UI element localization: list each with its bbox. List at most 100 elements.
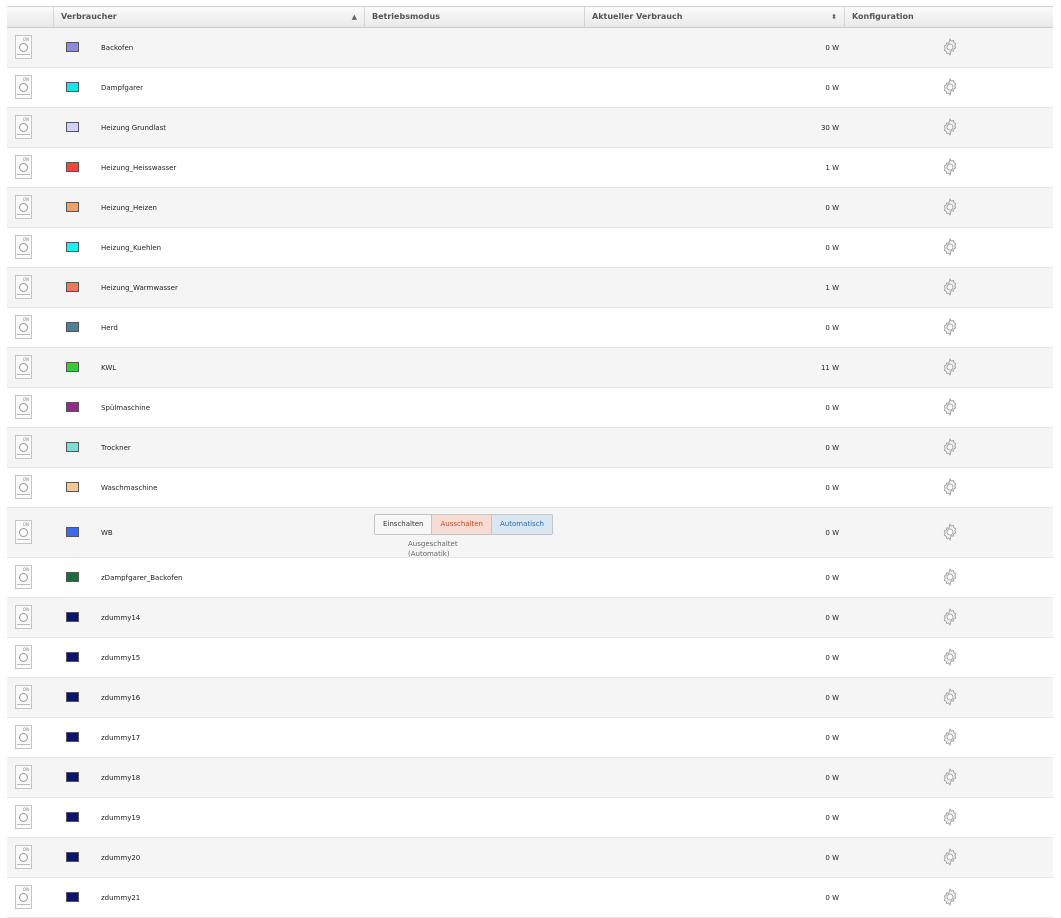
mode-button-group: Einschalten Ausschalten Automatisch — [374, 514, 553, 535]
power-switch-icon[interactable]: ON — [15, 845, 32, 869]
consumer-name: Spülmaschine — [101, 404, 150, 412]
automatisch-button[interactable]: Automatisch — [492, 515, 552, 534]
header-verbrauch[interactable]: Aktueller Verbrauch ⬍ — [585, 7, 845, 27]
power-switch-icon[interactable]: ON — [15, 275, 32, 299]
color-swatch — [66, 442, 79, 452]
current-power: 0 W — [825, 854, 839, 862]
power-switch-icon[interactable]: ON — [15, 805, 32, 829]
power-switch-icon[interactable]: ON — [15, 315, 32, 339]
consumer-name: zdummy16 — [101, 694, 141, 702]
consumer-name: Heizung_Kuehlen — [101, 244, 162, 252]
gear-icon[interactable] — [940, 317, 960, 337]
gear-icon[interactable] — [940, 37, 960, 57]
gear-icon[interactable] — [940, 477, 960, 497]
consumer-name: Herd — [101, 324, 118, 332]
power-switch-icon[interactable]: ON — [15, 645, 32, 669]
gear-icon[interactable] — [940, 567, 960, 587]
consumer-name: zdummy20 — [101, 854, 141, 862]
switch-knob — [19, 403, 28, 412]
header-betriebsmodus[interactable]: Betriebsmodus — [365, 7, 585, 27]
current-power: 30 W — [820, 124, 839, 132]
gear-icon[interactable] — [940, 77, 960, 97]
switch-base — [17, 744, 30, 747]
power-switch-icon[interactable]: ON — [15, 115, 32, 139]
power-switch-icon[interactable]: ON — [15, 885, 32, 909]
power-switch-icon[interactable]: ON — [15, 725, 32, 749]
switch-base — [17, 494, 30, 497]
gear-icon[interactable] — [940, 277, 960, 297]
switch-base — [17, 294, 30, 297]
switch-base — [17, 664, 30, 667]
consumer-name: Heizung_Heisswasser — [101, 164, 177, 172]
gear-icon[interactable] — [940, 437, 960, 457]
gear-icon[interactable] — [940, 727, 960, 747]
consumer-name: Heizung_Warmwasser — [101, 284, 178, 292]
gear-icon[interactable] — [940, 607, 960, 627]
table-row: ON Heizung_Heisswasser 1 W — [7, 148, 1053, 188]
consumer-name: Heizung_Heizen — [101, 204, 157, 212]
color-swatch — [66, 362, 79, 372]
switch-knob — [19, 893, 28, 902]
current-power: 0 W — [825, 814, 839, 822]
power-switch-icon[interactable]: ON — [15, 75, 32, 99]
power-switch-icon[interactable]: ON — [15, 35, 32, 59]
gear-icon[interactable] — [940, 522, 960, 542]
switch-on-label: ON — [22, 317, 29, 322]
mode-status-line1: Ausgeschaltet — [408, 540, 458, 548]
power-switch-icon[interactable]: ON — [15, 235, 32, 259]
power-switch-icon[interactable]: ON — [15, 355, 32, 379]
gear-icon[interactable] — [940, 157, 960, 177]
switch-base — [17, 904, 30, 907]
power-switch-icon[interactable]: ON — [15, 765, 32, 789]
gear-icon[interactable] — [940, 397, 960, 417]
switch-knob — [19, 43, 28, 52]
gear-icon[interactable] — [940, 197, 960, 217]
gear-icon[interactable] — [940, 767, 960, 787]
gear-icon[interactable] — [940, 847, 960, 867]
power-switch-icon[interactable]: ON — [15, 435, 32, 459]
switch-knob — [19, 203, 28, 212]
gear-icon[interactable] — [940, 807, 960, 827]
table-row: ON zdummy21 0 W — [7, 878, 1053, 918]
einschalten-button[interactable]: Einschalten — [375, 515, 433, 534]
color-swatch — [66, 572, 79, 582]
table-row: ON zdummy19 0 W — [7, 798, 1053, 838]
table-row: ON Spülmaschine 0 W — [7, 388, 1053, 428]
switch-knob — [19, 323, 28, 332]
power-switch-icon[interactable]: ON — [15, 685, 32, 709]
color-swatch — [66, 42, 79, 52]
switch-base — [17, 134, 30, 137]
switch-knob — [19, 573, 28, 582]
switch-on-label: ON — [22, 477, 29, 482]
power-switch-icon[interactable]: ON — [15, 195, 32, 219]
switch-on-label: ON — [22, 727, 29, 732]
color-swatch — [66, 242, 79, 252]
power-switch-icon[interactable]: ON — [15, 605, 32, 629]
power-switch-icon[interactable]: ON — [15, 565, 32, 589]
header-verbrauch-label: Aktueller Verbrauch — [592, 12, 683, 21]
color-swatch — [66, 852, 79, 862]
gear-icon[interactable] — [940, 357, 960, 377]
current-power: 0 W — [825, 404, 839, 412]
header-verbraucher[interactable]: Verbraucher ▲ — [54, 7, 365, 27]
switch-base — [17, 414, 30, 417]
power-switch-icon[interactable]: ON — [15, 155, 32, 179]
ausschalten-button[interactable]: Ausschalten — [432, 515, 492, 534]
gear-icon[interactable] — [940, 687, 960, 707]
current-power: 0 W — [825, 614, 839, 622]
gear-icon[interactable] — [940, 237, 960, 257]
table-row: ON Heizung_Kuehlen 0 W — [7, 228, 1053, 268]
gear-icon[interactable] — [940, 887, 960, 907]
color-swatch — [66, 82, 79, 92]
header-konfiguration[interactable]: Konfiguration — [845, 7, 1053, 27]
gear-icon[interactable] — [940, 647, 960, 667]
current-power: 0 W — [825, 734, 839, 742]
gear-icon[interactable] — [940, 117, 960, 137]
power-switch-icon[interactable]: ON — [15, 475, 32, 499]
switch-base — [17, 174, 30, 177]
switch-base — [17, 784, 30, 787]
power-switch-icon[interactable]: ON — [15, 520, 32, 544]
table-row: ON zdummy15 0 W — [7, 638, 1053, 678]
power-switch-icon[interactable]: ON — [15, 395, 32, 419]
table-row: ON zdummy20 0 W — [7, 838, 1053, 878]
